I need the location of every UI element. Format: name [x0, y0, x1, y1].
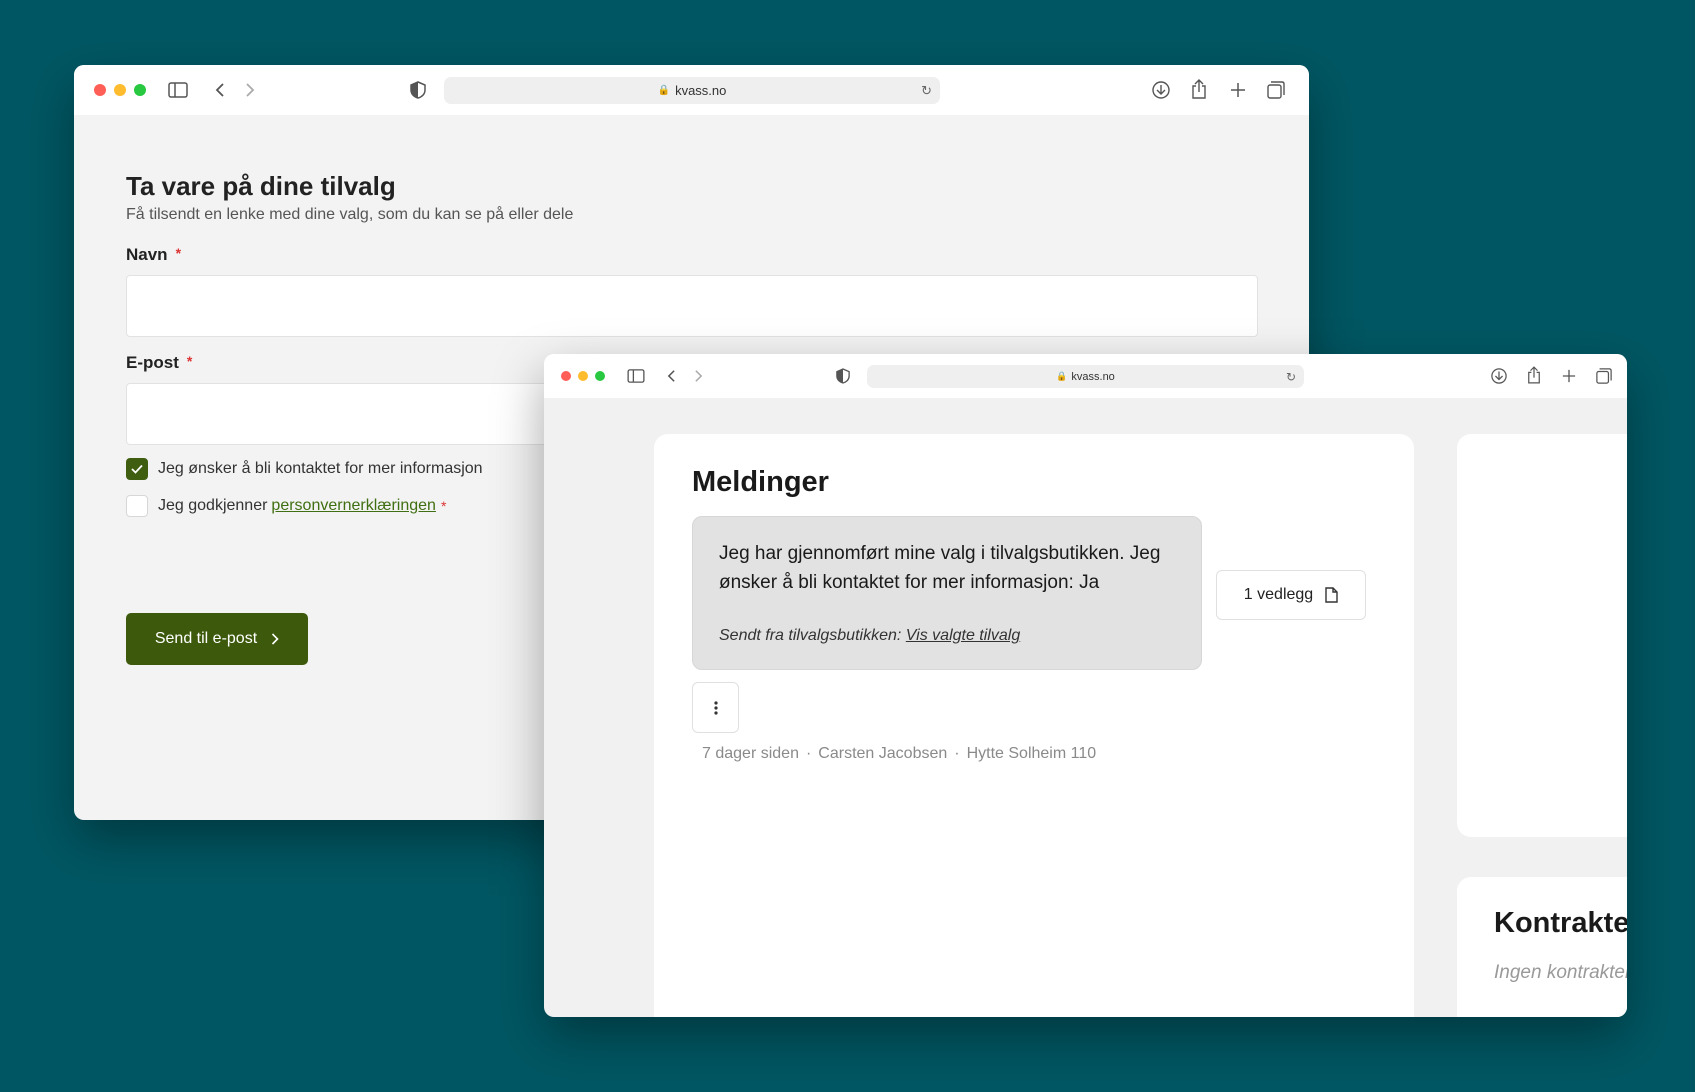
tab-overview-icon[interactable]: [1265, 79, 1287, 101]
messages-card: Meldinger Jeg har gjennomført mine valg …: [654, 434, 1414, 1017]
message-text: Jeg har gjennomført mine valg i tilvalgs…: [719, 543, 1161, 593]
more-options-button[interactable]: [692, 682, 739, 733]
share-icon[interactable]: [1524, 365, 1544, 385]
messages-title: Meldinger: [692, 466, 829, 498]
name-label: Navn *: [126, 245, 181, 265]
privacy-policy-link[interactable]: personvernerklæringen: [271, 497, 436, 515]
message-footer: Sendt fra tilvalgsbutikken: Vis valgte t…: [719, 627, 1020, 645]
chevron-right-icon: [272, 633, 279, 645]
required-mark: *: [440, 498, 447, 514]
lock-icon: 🔒: [657, 85, 671, 96]
email-label: E-post *: [126, 353, 192, 373]
zoom-window-button[interactable]: [595, 371, 605, 381]
close-window-button[interactable]: [561, 371, 571, 381]
meta-separator: ·: [954, 745, 960, 762]
file-icon: [1325, 587, 1338, 603]
sidebar-icon[interactable]: [626, 367, 646, 385]
privacy-shield-icon[interactable]: [408, 80, 428, 100]
reload-icon[interactable]: ↻: [1286, 370, 1296, 384]
back-arrow-icon[interactable]: [664, 367, 678, 385]
privacy-checkbox-row[interactable]: Jeg godkjenner personvernerklæringen *: [126, 495, 446, 517]
name-input[interactable]: [126, 275, 1258, 337]
traffic-lights: [561, 371, 605, 381]
address-bar[interactable]: 🔒 kvass.no ↻: [867, 365, 1304, 388]
required-mark: *: [186, 353, 193, 369]
url-text: kvass.no: [675, 83, 727, 98]
browser-toolbar: 🔒 kvass.no ↻: [74, 65, 1309, 115]
download-icon[interactable]: [1150, 79, 1172, 101]
privacy-checkbox[interactable]: [126, 495, 148, 517]
form-subtitle: Få tilsendt en lenke med dine valg, som …: [126, 206, 574, 223]
check-icon: [131, 464, 143, 474]
form-title: Ta vare på dine tilvalg: [126, 171, 396, 201]
privacy-checkbox-label: Jeg godkjenner: [158, 497, 268, 514]
browser-toolbar: 🔒 kvass.no ↻: [544, 354, 1627, 398]
message-meta: 7 dager siden · Carsten Jacobsen · Hytte…: [702, 745, 1096, 763]
message-time: 7 dager siden: [702, 745, 799, 762]
download-icon[interactable]: [1489, 366, 1509, 386]
contact-checkbox-label: Jeg ønsker å bli kontaktet for mer infor…: [158, 460, 483, 477]
share-icon[interactable]: [1188, 78, 1210, 100]
more-vertical-icon: [713, 700, 718, 715]
email-label-text: E-post: [126, 353, 179, 372]
name-label-text: Navn: [126, 245, 168, 264]
privacy-shield-icon[interactable]: [834, 367, 852, 385]
meta-separator: ·: [805, 745, 812, 762]
contact-checkbox[interactable]: [126, 458, 148, 480]
contracts-card: Kontrakter Ingen kontrakter: [1457, 877, 1627, 1017]
contracts-empty-text: Ingen kontrakter: [1494, 962, 1627, 983]
front-browser-window: 🔒 kvass.no ↻ Meldinger Jeg har gjennomfø…: [544, 354, 1627, 1017]
message-unit: Hytte Solheim 110: [966, 745, 1097, 762]
back-arrow-icon[interactable]: [212, 80, 228, 100]
traffic-lights: [94, 84, 146, 96]
url-text: kvass.no: [1071, 370, 1115, 383]
message-author: Carsten Jacobsen: [818, 745, 948, 762]
lock-icon: 🔒: [1056, 371, 1068, 381]
view-selected-options-link[interactable]: Vis valgte tilvalg: [906, 627, 1020, 644]
minimize-window-button[interactable]: [114, 84, 126, 96]
required-mark: *: [175, 245, 182, 261]
minimize-window-button[interactable]: [578, 371, 588, 381]
close-window-button[interactable]: [94, 84, 106, 96]
new-tab-icon[interactable]: [1559, 366, 1579, 386]
attachment-button[interactable]: 1 vedlegg: [1216, 570, 1366, 620]
message-footer-prefix: Sendt fra tilvalgsbutikken:: [719, 627, 902, 644]
address-bar[interactable]: 🔒 kvass.no ↻: [444, 77, 940, 104]
send-button-label: Send til e-post: [154, 630, 258, 647]
contact-checkbox-row[interactable]: Jeg ønsker å bli kontaktet for mer infor…: [126, 458, 483, 480]
message-bubble: Jeg har gjennomført mine valg i tilvalgs…: [692, 516, 1202, 670]
zoom-window-button[interactable]: [134, 84, 146, 96]
send-to-email-button[interactable]: Send til e-post: [126, 613, 308, 665]
attachment-label: 1 vedlegg: [1243, 586, 1314, 603]
contracts-title: Kontrakter: [1494, 907, 1627, 939]
side-card: [1457, 434, 1627, 837]
reload-icon[interactable]: ↻: [921, 83, 932, 99]
tab-overview-icon[interactable]: [1594, 366, 1614, 386]
new-tab-icon[interactable]: [1227, 79, 1249, 101]
sidebar-icon[interactable]: [166, 80, 190, 100]
forward-arrow-icon[interactable]: [691, 367, 705, 385]
forward-arrow-icon[interactable]: [242, 80, 258, 100]
